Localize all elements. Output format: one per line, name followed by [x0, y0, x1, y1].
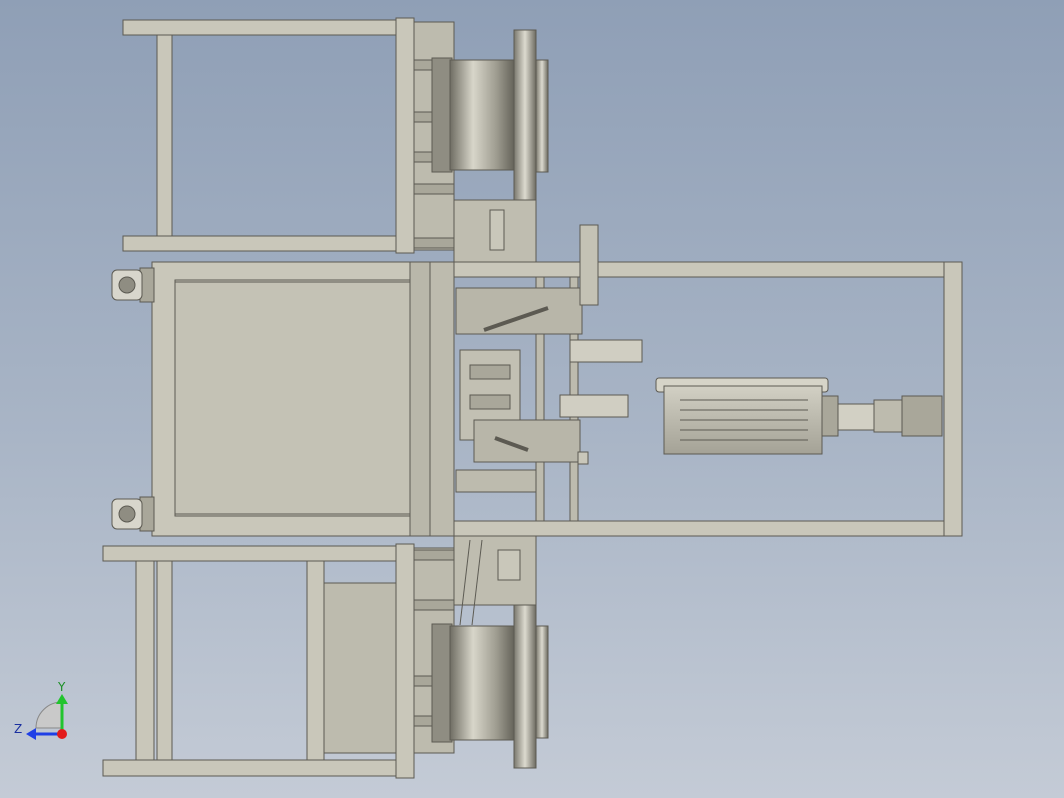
z-axis-label: Z: [14, 722, 22, 736]
lower-left-frame: [102, 543, 455, 779]
z-arrow-head: [26, 728, 36, 740]
y-axis-label: Y: [57, 680, 66, 694]
cad-model-viewport[interactable]: [0, 0, 1064, 798]
coordinate-triad: Y Z: [14, 680, 68, 740]
main-housing: [151, 261, 455, 537]
caster-wheel-top: [111, 267, 155, 303]
motor-body: [655, 377, 943, 455]
upper-left-frame: [122, 17, 455, 254]
x-axis-dot: [57, 729, 67, 739]
caster-wheel-bottom: [111, 496, 155, 532]
y-arrow-head: [56, 694, 68, 704]
